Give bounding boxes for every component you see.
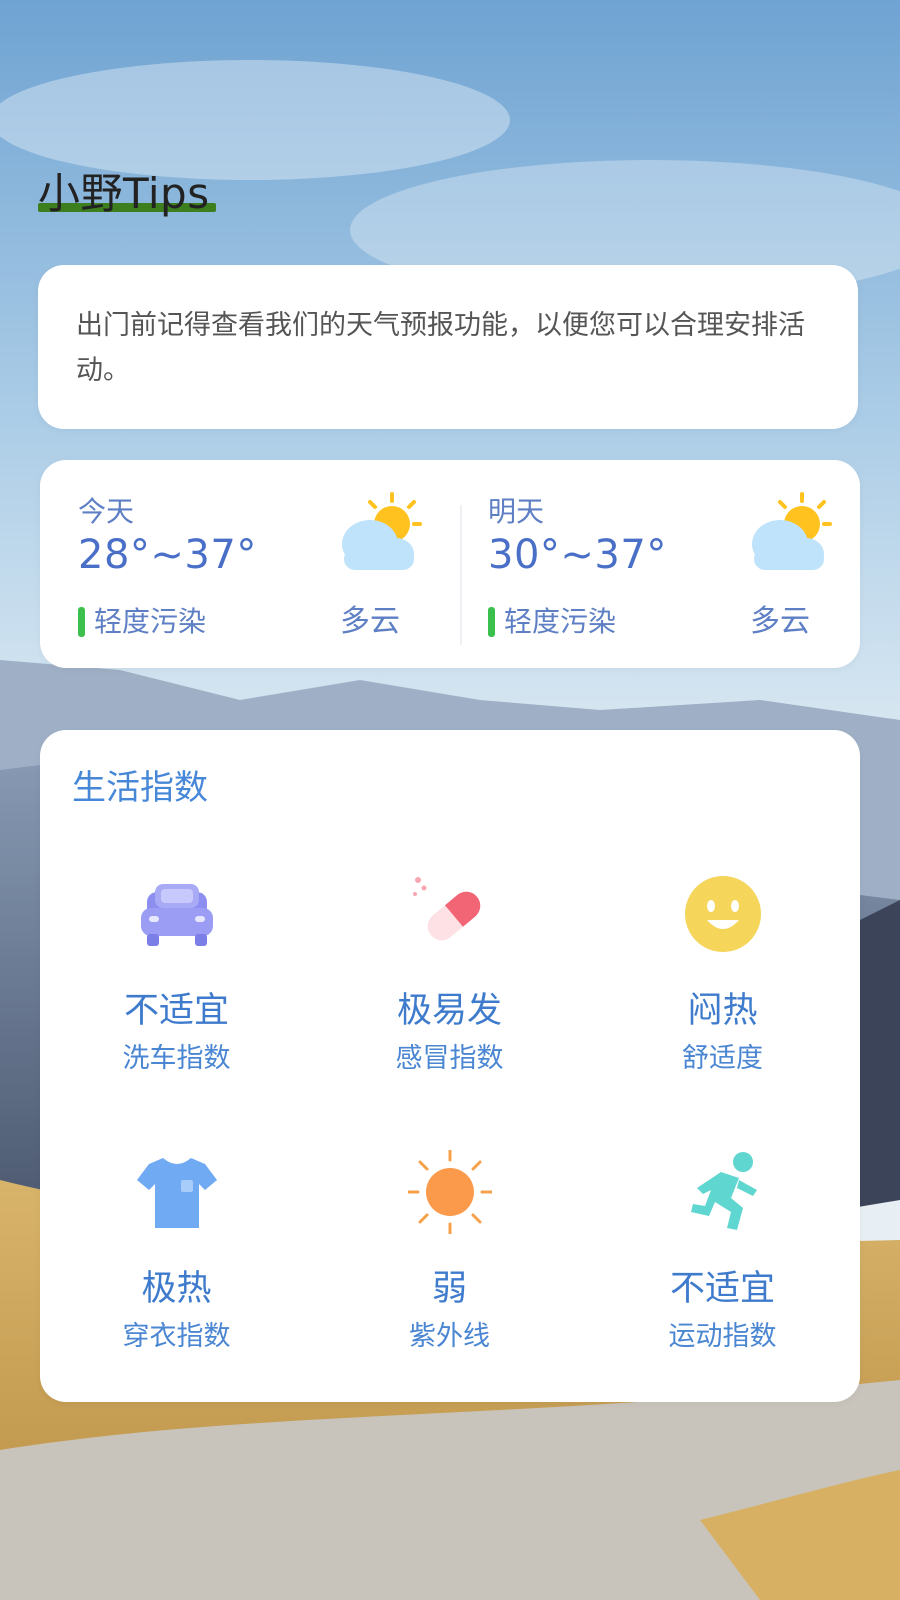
life-index-card: 生活指数 不适宜 洗车指数 极易发 感冒指数 闷热 舒适度 极热 穿衣指数 弱 … [40, 730, 860, 1402]
life-index-item-cold[interactable]: 极易发 感冒指数 [313, 872, 586, 1152]
life-index-label: 感冒指数 [395, 1043, 504, 1074]
life-index-item-sport[interactable]: 不适宜 运动指数 [586, 1150, 859, 1430]
life-index-item-dressing[interactable]: 极热 穿衣指数 [40, 1150, 313, 1430]
air-quality-indicator [78, 607, 85, 637]
forecast-temperature: 28°~37° [78, 532, 257, 578]
sun-icon [408, 1150, 492, 1234]
pill-icon [413, 877, 481, 941]
life-index-value: 不适宜 [669, 1269, 775, 1309]
weather-condition: 多云 [750, 604, 810, 639]
life-index-label: 紫外线 [409, 1321, 490, 1352]
life-index-title: 生活指数 [72, 768, 208, 808]
air-quality-indicator [488, 607, 495, 637]
forecast-day-label: 明天 [488, 495, 545, 528]
life-index-value: 不适宜 [123, 991, 229, 1031]
air-quality-label: 轻度污染 [504, 605, 617, 638]
partly-cloudy-icon [752, 492, 832, 570]
life-index-value: 极热 [141, 1269, 212, 1309]
life-index-label: 运动指数 [668, 1321, 777, 1352]
forecast-today[interactable]: 今天 28°~37° 轻度污染 多云 [40, 460, 440, 668]
life-index-label: 舒适度 [682, 1043, 763, 1074]
tips-title: 小野Tips [38, 169, 210, 218]
forecast-temperature: 30°~37° [488, 532, 667, 578]
air-quality-label: 轻度污染 [94, 605, 207, 638]
smiley-icon [685, 876, 761, 952]
forecast-tomorrow[interactable]: 明天 30°~37° 轻度污染 多云 [450, 460, 850, 668]
tip-card: 出门前记得查看我们的天气预报功能，以便您可以合理安排活动。 [38, 265, 858, 429]
life-index-label: 穿衣指数 [122, 1321, 231, 1352]
life-index-label: 洗车指数 [122, 1043, 231, 1074]
tip-message: 出门前记得查看我们的天气预报功能，以便您可以合理安排活动。 [76, 310, 805, 386]
tshirt-icon [137, 1158, 217, 1228]
forecast-card[interactable]: 今天 28°~37° 轻度污染 多云 明天 30°~37° 轻度污染 多云 [40, 460, 860, 668]
life-index-value: 闷热 [687, 991, 758, 1031]
running-icon [691, 1152, 757, 1230]
life-index-item-comfort[interactable]: 闷热 舒适度 [586, 872, 859, 1152]
life-index-item-uv[interactable]: 弱 紫外线 [313, 1150, 586, 1430]
partly-cloudy-icon [342, 492, 422, 570]
life-index-value: 弱 [431, 1269, 467, 1309]
weather-condition: 多云 [340, 604, 400, 639]
life-index-item-car-wash[interactable]: 不适宜 洗车指数 [40, 872, 313, 1152]
forecast-day-label: 今天 [78, 495, 135, 528]
car-icon [141, 884, 213, 946]
life-index-value: 极易发 [396, 991, 502, 1031]
